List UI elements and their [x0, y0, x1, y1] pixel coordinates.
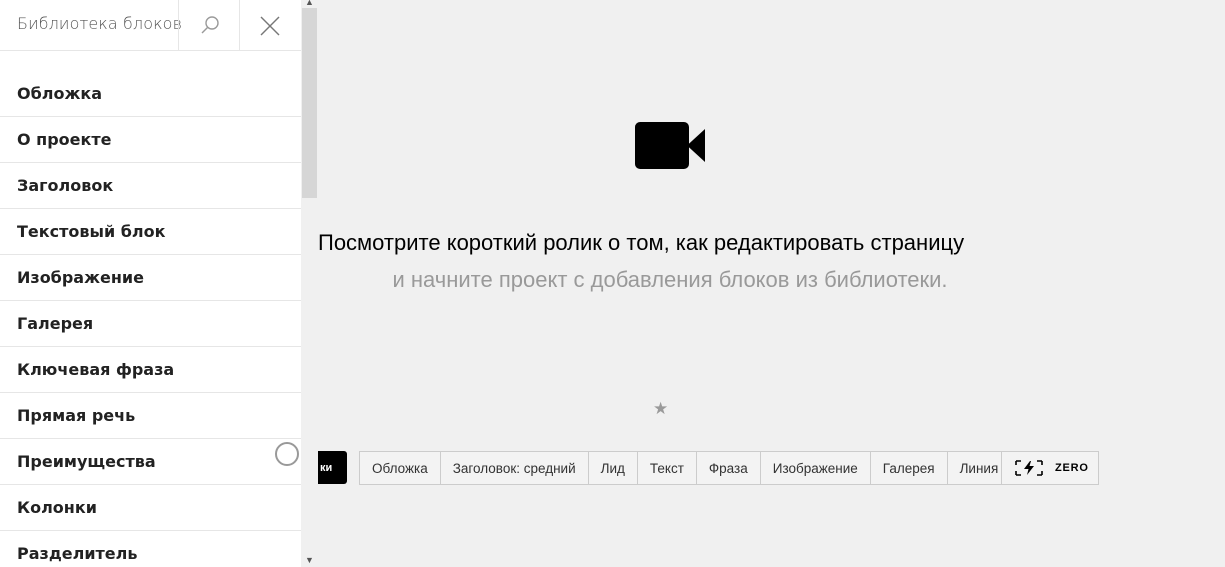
video-camera-icon[interactable]: [634, 121, 708, 176]
quick-lead-button[interactable]: Лид: [589, 452, 638, 484]
category-divider[interactable]: Разделитель: [0, 531, 301, 567]
tutorial-headline[interactable]: Посмотрите короткий ролик о том, как ред…: [318, 230, 1022, 256]
scroll-down-arrow-icon[interactable]: ▼: [305, 555, 314, 565]
block-library-panel: Библиотека блоков Обложка О проекте Заго…: [0, 0, 301, 567]
category-quote[interactable]: Прямая речь: [0, 393, 301, 439]
category-benefits[interactable]: Преимущества: [0, 439, 301, 485]
zero-block-label: ZERO: [1055, 462, 1089, 474]
close-icon: [260, 16, 280, 36]
search-icon: [201, 16, 219, 34]
panel-title: Библиотека блоков: [17, 14, 183, 33]
zero-block-icon: [1015, 460, 1043, 476]
quick-image-button[interactable]: Изображение: [761, 452, 871, 484]
scroll-up-arrow-icon[interactable]: ▲: [305, 0, 314, 7]
quick-phrase-button[interactable]: Фраза: [697, 452, 761, 484]
panel-header: Библиотека блоков: [0, 0, 301, 51]
category-heading[interactable]: Заголовок: [0, 163, 301, 209]
tutorial-subline: и начните проект с добавления блоков из …: [392, 267, 948, 292]
category-columns[interactable]: Колонки: [0, 485, 301, 531]
zero-block-button[interactable]: ZERO: [1001, 451, 1099, 485]
quick-gallery-button[interactable]: Галерея: [871, 452, 948, 484]
close-button[interactable]: [240, 0, 301, 51]
scrollbar-thumb[interactable]: [302, 8, 317, 198]
quick-blocks-bar: Обложка Заголовок: средний Лид Текст Фра…: [359, 451, 1012, 485]
category-image[interactable]: Изображение: [0, 255, 301, 301]
radio-toggle[interactable]: [275, 442, 299, 466]
category-key-phrase[interactable]: Ключевая фраза: [0, 347, 301, 393]
category-gallery[interactable]: Галерея: [0, 301, 301, 347]
category-text-block[interactable]: Текстовый блок: [0, 209, 301, 255]
library-tab-button[interactable]: ки: [318, 451, 347, 484]
star-icon: ★: [653, 399, 669, 418]
quick-heading-medium-button[interactable]: Заголовок: средний: [441, 452, 589, 484]
category-cover[interactable]: Обложка: [0, 71, 301, 117]
panel-scrollbar[interactable]: ▲ ▼: [301, 0, 318, 567]
block-category-list: Обложка О проекте Заголовок Текстовый бл…: [0, 71, 301, 567]
quick-text-button[interactable]: Текст: [638, 452, 697, 484]
search-button[interactable]: [178, 0, 240, 51]
category-about[interactable]: О проекте: [0, 117, 301, 163]
quick-cover-button[interactable]: Обложка: [360, 452, 441, 484]
